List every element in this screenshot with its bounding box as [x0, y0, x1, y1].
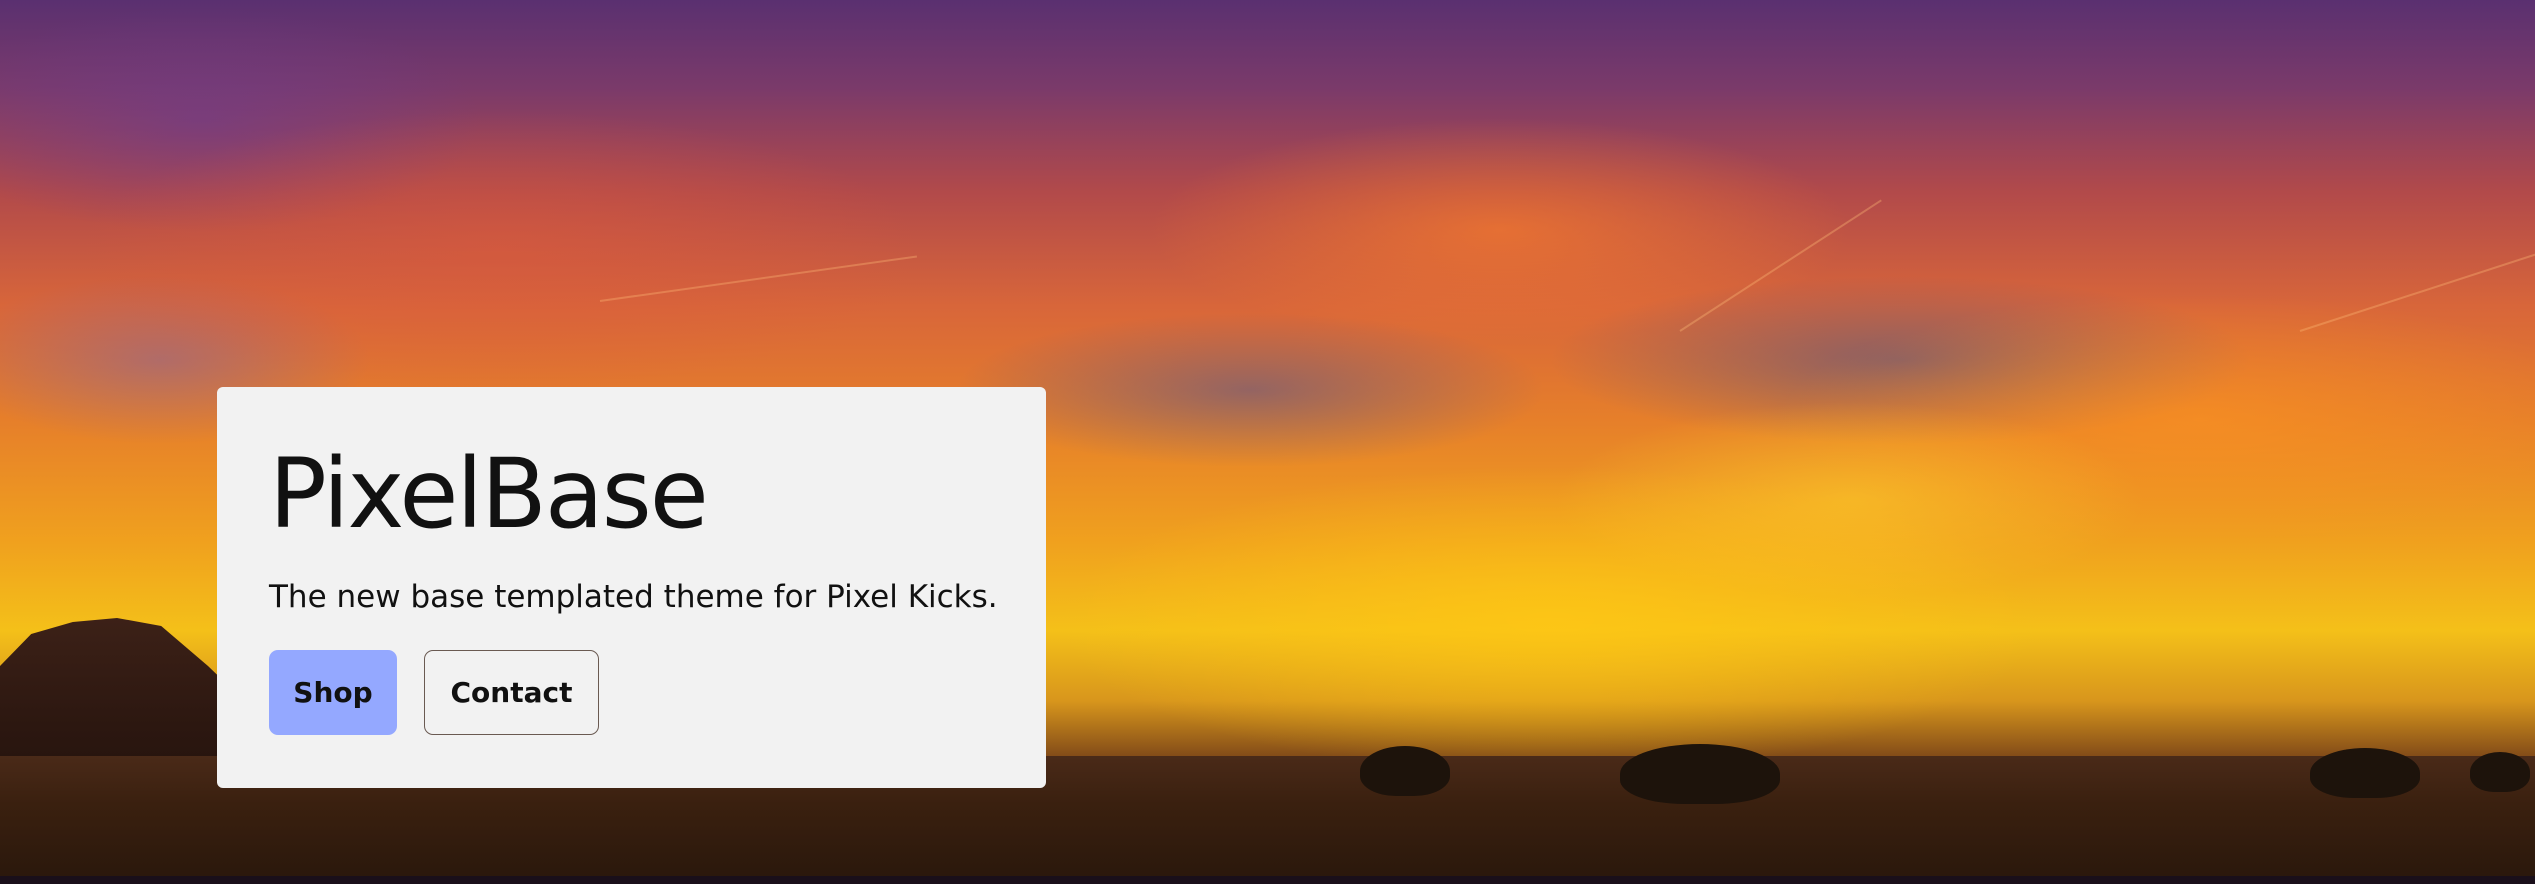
shop-button[interactable]: Shop	[269, 650, 397, 735]
hero-tagline: The new base templated theme for Pixel K…	[269, 579, 998, 615]
shrub	[2310, 748, 2420, 798]
hero-card: PixelBase The new base templated theme f…	[217, 387, 1046, 788]
contact-button[interactable]: Contact	[424, 650, 599, 735]
shrub	[2470, 752, 2530, 792]
shrub	[1360, 746, 1450, 796]
cloud-streak	[2299, 249, 2535, 332]
hero-banner: PixelBase The new base templated theme f…	[0, 0, 2535, 876]
contrail	[1679, 199, 1882, 332]
hero-title: PixelBase	[269, 438, 709, 550]
cloud-streak	[599, 255, 918, 302]
shrub	[1620, 744, 1780, 804]
